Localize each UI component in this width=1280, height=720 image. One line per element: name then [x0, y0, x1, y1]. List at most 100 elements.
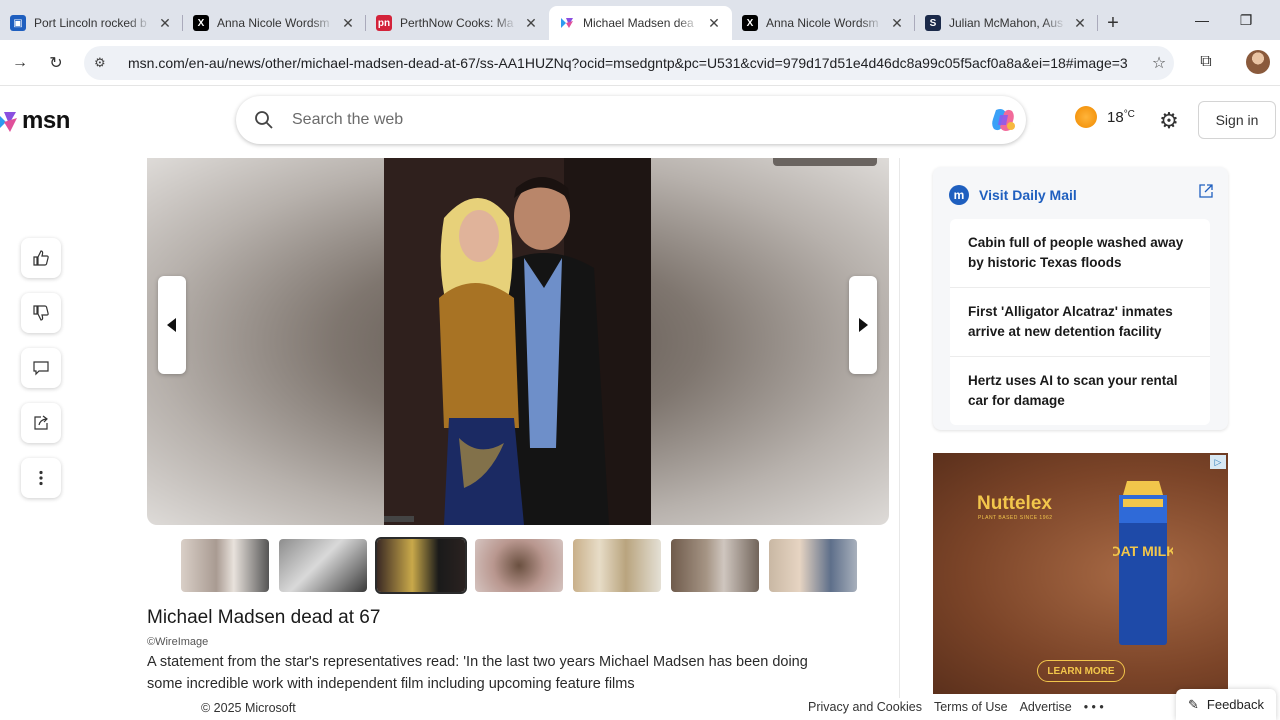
tab-title: Julian McMahon, Aus	[949, 16, 1064, 30]
feedback-label: Feedback	[1206, 697, 1264, 712]
browser-tab-bar: ▣ Port Lincoln rocked b ✕ X Anna Nicole …	[0, 0, 1280, 40]
tab-title: Port Lincoln rocked b	[34, 16, 147, 30]
image-credit: ©WireImage	[147, 636, 209, 648]
site-info-icon[interactable]: ⚙	[94, 55, 118, 71]
thumbnail[interactable]	[573, 539, 661, 592]
close-icon[interactable]: ✕	[157, 15, 173, 32]
ad-choices-icon[interactable]: ▷	[1210, 455, 1226, 469]
headline-link[interactable]: Cabin full of people washed away by hist…	[950, 219, 1210, 288]
thumbnail[interactable]	[671, 539, 759, 592]
thumbnail-strip	[181, 537, 857, 594]
browser-tab[interactable]: pn PerthNow Cooks: Ma ✕	[366, 6, 549, 40]
slideshow-viewer	[147, 158, 889, 525]
feedback-button[interactable]: ✎ Feedback	[1176, 689, 1276, 720]
msn-icon	[559, 15, 575, 31]
thumbnail[interactable]	[769, 539, 857, 592]
more-options-button[interactable]	[21, 458, 61, 498]
sun-icon	[1075, 106, 1097, 128]
tab-title: PerthNow Cooks: Ma	[400, 16, 514, 30]
search-input[interactable]: Search the web	[292, 111, 988, 129]
headline-list: Cabin full of people washed away by hist…	[950, 219, 1210, 425]
ad-product-line: OAT MILK	[1113, 543, 1173, 559]
browser-tab[interactable]: ▣ Port Lincoln rocked b ✕	[0, 6, 183, 40]
close-icon[interactable]: ✕	[889, 15, 905, 32]
reload-icon[interactable]: ↻	[38, 45, 74, 81]
slideshow-toolbar[interactable]	[773, 158, 877, 166]
address-bar[interactable]: ⚙ msn.com/en-au/news/other/michael-madse…	[84, 46, 1174, 80]
terms-link[interactable]: Terms of Use	[934, 700, 1008, 714]
x-icon: X	[193, 15, 209, 31]
logo-text: msn	[22, 107, 70, 134]
profile-avatar[interactable]	[1246, 50, 1270, 74]
new-tab-button[interactable]: +	[1098, 6, 1128, 40]
star-icon[interactable]: ☆	[1144, 53, 1174, 73]
browser-tab[interactable]: X Anna Nicole Wordsm ✕	[183, 6, 366, 40]
more-footer-links[interactable]: • • •	[1084, 700, 1104, 714]
visit-source-label: Visit Daily Mail	[979, 187, 1077, 203]
previous-slide-button[interactable]	[158, 276, 186, 374]
thumbs-up-icon	[33, 250, 49, 266]
tab-title: Anna Nicole Wordsm	[217, 16, 330, 30]
x-icon: X	[742, 15, 758, 31]
msn-news-icon: ▣	[10, 15, 26, 31]
back-arrow-icon[interactable]: →	[2, 45, 38, 81]
feedback-icon: ✎	[1188, 696, 1199, 712]
perthnow-icon: pn	[376, 15, 392, 31]
source-card: m Visit Daily Mail Cabin full of people …	[933, 167, 1228, 430]
url-text[interactable]: msn.com/en-au/news/other/michael-madsen-…	[128, 55, 1144, 71]
sign-in-button[interactable]: Sign in	[1198, 101, 1276, 139]
msn-logo[interactable]: msn	[0, 106, 70, 136]
like-button[interactable]	[21, 238, 61, 278]
external-link-icon[interactable]	[1198, 183, 1214, 204]
thumbnail-selected[interactable]	[375, 537, 467, 594]
chevron-left-icon	[167, 318, 176, 332]
visit-source-link[interactable]: m Visit Daily Mail	[949, 185, 1077, 205]
footer: © 2025 Microsoft Privacy and Cookies Ter…	[0, 697, 1280, 720]
daily-mail-icon: m	[949, 185, 969, 205]
dislike-button[interactable]	[21, 293, 61, 333]
restore-icon[interactable]: ❐	[1224, 0, 1268, 40]
browser-tab[interactable]: X Anna Nicole Wordsm ✕	[732, 6, 915, 40]
thumbnail[interactable]	[181, 539, 269, 592]
search-box[interactable]: Search the web	[236, 96, 1026, 144]
temperature-unit: °C	[1123, 108, 1135, 120]
comment-button[interactable]	[21, 348, 61, 388]
thumbnail[interactable]	[279, 539, 367, 592]
thumbs-down-icon	[33, 305, 49, 321]
weather-widget[interactable]: 18 °C	[1075, 106, 1135, 128]
ad-brand: Nuttelex	[977, 493, 1052, 514]
oat-milk-carton-image: OAT MILK	[1113, 481, 1173, 645]
headline-link[interactable]: Hertz uses AI to scan your rental car fo…	[950, 357, 1210, 425]
copilot-icon[interactable]	[988, 105, 1018, 135]
thumbnail[interactable]	[475, 539, 563, 592]
comment-icon	[33, 361, 49, 376]
temperature: 18	[1107, 108, 1124, 126]
chevron-right-icon	[859, 318, 868, 332]
search-icon	[236, 110, 292, 130]
extensions-icon[interactable]: ⧉	[1192, 48, 1220, 76]
next-slide-button[interactable]	[849, 276, 877, 374]
privacy-link[interactable]: Privacy and Cookies	[808, 700, 922, 714]
close-icon[interactable]: ✕	[340, 15, 356, 32]
advertisement[interactable]: ▷ Nuttelex PLANT BASED SINCE 1962 OAT MI…	[933, 453, 1228, 694]
ad-tagline: PLANT BASED SINCE 1962	[978, 515, 1053, 521]
close-icon[interactable]: ✕	[523, 15, 539, 32]
s-icon: S	[925, 15, 941, 31]
address-bar-row: → ↻ ⚙ msn.com/en-au/news/other/michael-m…	[0, 40, 1280, 86]
browser-tab[interactable]: S Julian McMahon, Aus ✕	[915, 6, 1098, 40]
advertise-link[interactable]: Advertise	[1020, 700, 1072, 714]
copyright: © 2025 Microsoft	[201, 701, 296, 715]
minimize-icon[interactable]: —	[1180, 0, 1224, 40]
article-title: Michael Madsen dead at 67	[147, 607, 381, 628]
close-icon[interactable]: ✕	[1072, 15, 1088, 32]
gear-icon[interactable]: ⚙	[1156, 108, 1182, 134]
share-button[interactable]	[21, 403, 61, 443]
article-description: A statement from the star's representati…	[147, 654, 808, 692]
slide-image	[384, 158, 651, 525]
share-icon	[34, 415, 48, 430]
headline-link[interactable]: First 'Alligator Alcatraz' inmates arriv…	[950, 288, 1210, 357]
close-icon[interactable]: ✕	[706, 15, 722, 32]
learn-more-button[interactable]: LEARN MORE	[1037, 660, 1125, 682]
browser-tab-active[interactable]: Michael Madsen dea ✕	[549, 6, 732, 40]
tab-title: Michael Madsen dea	[583, 16, 694, 30]
